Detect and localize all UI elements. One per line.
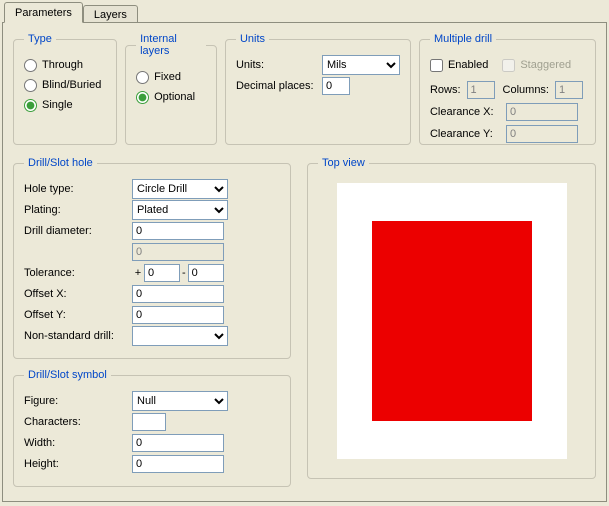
units-legend: Units [236, 33, 269, 45]
clearance-x-input [506, 103, 578, 121]
clearance-x-label: Clearance X: [430, 106, 500, 118]
topview-canvas [337, 183, 567, 459]
units-group: Units Units: Mils Decimal places: [225, 33, 411, 145]
radio-optional[interactable] [136, 91, 149, 104]
label-staggered: Staggered [520, 59, 571, 71]
decimal-places-label: Decimal places: [236, 80, 322, 92]
characters-label: Characters: [24, 416, 132, 428]
characters-input[interactable] [132, 413, 166, 431]
diameter2-input [132, 243, 224, 261]
width-label: Width: [24, 437, 132, 449]
symbol-legend: Drill/Slot symbol [24, 369, 111, 381]
holetype-label: Hole type: [24, 183, 132, 195]
radio-through[interactable] [24, 59, 37, 72]
radio-blind[interactable] [24, 79, 37, 92]
figure-select[interactable]: Null [132, 391, 228, 411]
diameter-input[interactable] [132, 222, 224, 240]
label-fixed: Fixed [154, 71, 181, 83]
offsety-input[interactable] [132, 306, 224, 324]
rows-label: Rows: [430, 84, 461, 96]
label-blind: Blind/Buried [42, 79, 101, 91]
checkbox-staggered [502, 59, 515, 72]
tolerance-sep: - [182, 267, 186, 279]
units-label: Units: [236, 59, 322, 71]
internal-legend: Internal layers [136, 33, 206, 57]
figure-label: Figure: [24, 395, 132, 407]
drill-slot-symbol-group: Drill/Slot symbol Figure: Null Character… [13, 369, 291, 487]
tolerance-a-input[interactable] [144, 264, 180, 282]
offsetx-input[interactable] [132, 285, 224, 303]
tolerance-plus: + [132, 267, 144, 279]
offsetx-label: Offset X: [24, 288, 132, 300]
tolerance-label: Tolerance: [24, 267, 132, 279]
offsety-label: Offset Y: [24, 309, 132, 321]
clearance-y-label: Clearance Y: [430, 128, 500, 140]
checkbox-enabled[interactable] [430, 59, 443, 72]
rows-input [467, 81, 495, 99]
nonstd-label: Non-standard drill: [24, 330, 132, 342]
height-input[interactable] [132, 455, 224, 473]
decimal-places-input[interactable] [322, 77, 350, 95]
multiple-drill-group: Multiple drill Enabled Staggered Rows: C… [419, 33, 596, 145]
top-view-group: Top view [307, 157, 596, 479]
diameter-label: Drill diameter: [24, 225, 132, 237]
plating-label: Plating: [24, 204, 132, 216]
nonstd-select[interactable] [132, 326, 228, 346]
tolerance-b-input[interactable] [188, 264, 224, 282]
type-legend: Type [24, 33, 56, 45]
radio-fixed[interactable] [136, 71, 149, 84]
holetype-select[interactable]: Circle Drill [132, 179, 228, 199]
units-select[interactable]: Mils [322, 55, 400, 75]
height-label: Height: [24, 458, 132, 470]
tab-parameters[interactable]: Parameters [4, 2, 83, 23]
hole-legend: Drill/Slot hole [24, 157, 97, 169]
width-input[interactable] [132, 434, 224, 452]
internal-layers-group: Internal layers Fixed Optional [125, 33, 217, 145]
radio-single[interactable] [24, 99, 37, 112]
multi-legend: Multiple drill [430, 33, 496, 45]
columns-input [555, 81, 583, 99]
clearance-y-input [506, 125, 578, 143]
plating-select[interactable]: Plated [132, 200, 228, 220]
drill-slot-hole-group: Drill/Slot hole Hole type: Circle Drill … [13, 157, 291, 359]
topview-shape [372, 221, 532, 421]
parameters-panel: Type Through Blind/Buried Single Interna… [2, 22, 607, 502]
label-optional: Optional [154, 91, 195, 103]
label-through: Through [42, 59, 83, 71]
type-group: Type Through Blind/Buried Single [13, 33, 117, 145]
label-single: Single [42, 99, 73, 111]
label-enabled: Enabled [448, 59, 488, 71]
columns-label: Columns: [503, 84, 549, 96]
topview-legend: Top view [318, 157, 369, 169]
